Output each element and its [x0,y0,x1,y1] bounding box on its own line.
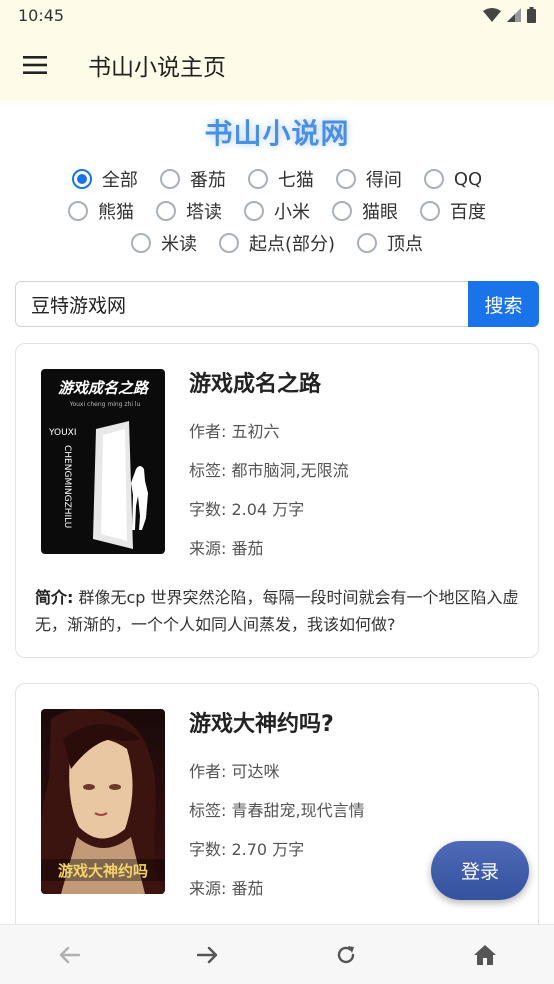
book-author: 作者: 五初六 [189,422,280,441]
book-tags: 标签: 都市脑洞,无限流 [189,461,349,480]
source-radio-label: 塔读 [186,202,222,223]
radio-circle-icon [357,233,378,253]
source-radio[interactable]: 七猫 [247,166,314,192]
source-radio[interactable]: 猫眼 [332,198,398,224]
radio-circle-icon [244,201,264,221]
bottom-nav [0,924,554,984]
cover-title-text: 游戏大神约吗 [58,862,148,880]
book-intro: 简介: 群像无cp 世界突然沦陷，每隔一段时间就会有一个地区陷入虚无，渐渐的，一… [35,584,525,638]
book-word-count: 字数: 2.04 万字 [189,500,305,519]
refresh-button[interactable] [316,930,376,980]
home-icon [473,944,496,965]
book-card[interactable]: 游戏成名之路 Youxi cheng ming zhi lu YOUXI CHE… [15,343,539,658]
source-radio[interactable]: 米读 [130,230,197,256]
search-input[interactable] [15,281,468,327]
svg-text:CHENGMINGZHILU: CHENGMINGZHILU [62,445,72,528]
book-cover[interactable]: 游戏大神约吗 [41,709,165,894]
book-intro-label: 简介: [35,588,74,607]
radio-circle-icon [335,169,356,189]
source-radio-label: 七猫 [277,170,314,191]
source-radio[interactable]: 番茄 [159,166,226,192]
status-bar: 10:45 [0,0,554,30]
site-title: 书山小说网 [204,117,350,150]
source-radio-label: 百度 [450,202,486,223]
source-radio-label: QQ [453,168,483,190]
book-cover[interactable]: 游戏成名之路 Youxi cheng ming zhi lu YOUXI CHE… [41,369,165,554]
radio-circle-icon [423,169,444,189]
source-row-3: 米读 起点(部分) 顶点 [0,230,554,256]
source-radio-label: 顶点 [387,234,424,255]
source-radio[interactable]: 得间 [335,166,402,192]
back-button[interactable] [39,930,99,980]
book-title[interactable]: 游戏大神约吗? [189,706,365,738]
source-radio[interactable]: 百度 [420,198,486,224]
book-card[interactable]: 游戏大神约吗 游戏大神约吗? 作者: 可达咪 标签: 青春甜宠,现代言情 字数:… [15,683,539,943]
source-radio-label: 猫眼 [362,202,398,223]
source-radio-label: 起点(部分) [248,234,336,255]
menu-icon [23,56,47,74]
book-intro-text: 群像无cp 世界突然沦陷，每隔一段时间就会有一个地区陷入虚无，渐渐的，一个个人如… [35,588,519,634]
refresh-icon [338,945,355,963]
source-row-1: 全部 番茄 七猫 得间 QQ [0,166,554,192]
radio-circle-icon [71,169,92,189]
source-radio-label: 熊猫 [98,202,134,223]
cover-pinyin-text: Youxi cheng ming zhi lu [69,401,141,408]
radio-circle-icon [68,201,88,221]
source-radio[interactable]: 小米 [244,198,310,224]
radio-circle-icon [159,169,180,189]
source-radio[interactable]: 顶点 [357,230,423,256]
source-radio-label: 小米 [274,202,310,223]
radio-circle-icon [247,169,268,189]
svg-text:YOUXI: YOUXI [48,428,77,438]
battery-icon [527,7,536,23]
source-radio[interactable]: QQ [423,166,483,192]
radio-circle-icon [218,233,239,253]
radio-circle-icon [130,233,151,253]
source-radio-label: 番茄 [189,170,226,191]
source-radio-label: 米读 [160,234,197,255]
source-radio-label: 全部 [101,170,138,191]
source-radio-label: 得间 [365,170,402,191]
source-row-2: 熊猫 塔读 小米 猫眼 百度 [0,198,554,224]
book-source: 来源: 番茄 [189,879,264,898]
status-time: 10:45 [18,5,65,25]
signal-icon [507,8,521,22]
radio-circle-icon [156,201,176,221]
app-title: 书山小说主页 [88,55,226,81]
book-tags: 标签: 青春甜宠,现代言情 [189,801,365,820]
book-title[interactable]: 游戏成名之路 [189,366,349,398]
menu-button[interactable] [0,30,70,100]
wifi-icon [483,8,501,22]
back-arrow-icon [60,946,81,963]
source-radio[interactable]: 塔读 [156,198,222,224]
source-radio[interactable]: 起点(部分) [218,230,336,256]
source-radio[interactable]: 全部 [71,166,138,192]
forward-button[interactable] [178,930,238,980]
radio-circle-icon [332,201,352,221]
radio-circle-icon [420,201,440,221]
home-button[interactable] [455,930,515,980]
search-button[interactable]: 搜索 [468,281,539,327]
forward-arrow-icon [196,946,217,963]
search-bar: 搜索 [15,281,539,327]
source-radio[interactable]: 熊猫 [68,198,134,224]
book-author: 作者: 可达咪 [189,762,280,781]
app-bar: 书山小说主页 [0,30,554,100]
book-word-count: 字数: 2.70 万字 [189,840,305,859]
cover-title-text: 游戏成名之路 [58,379,150,397]
login-button[interactable]: 登录 [431,841,529,900]
book-source: 来源: 番茄 [189,539,264,558]
